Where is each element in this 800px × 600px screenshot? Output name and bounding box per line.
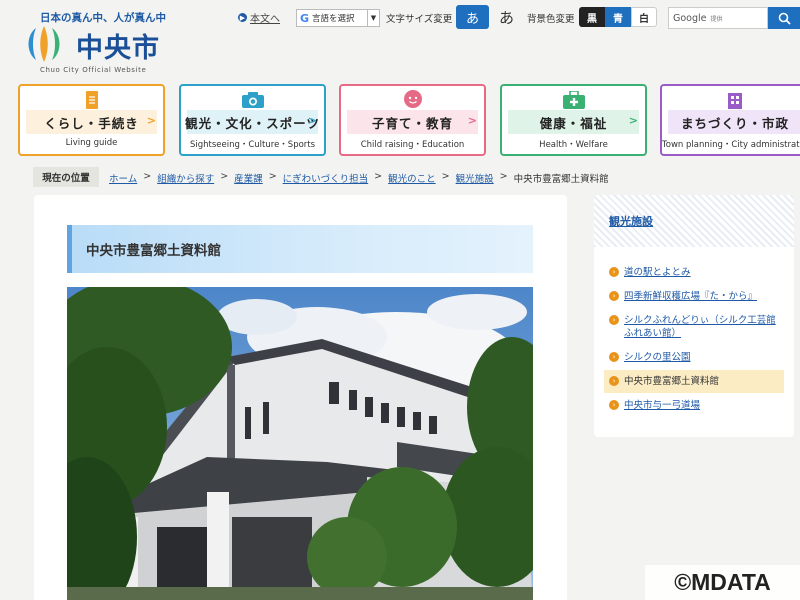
font-size-normal-button[interactable]: あ bbox=[456, 5, 489, 29]
document-icon bbox=[85, 91, 98, 109]
side-menu-item-label: 中央市与一弓道場 bbox=[624, 400, 701, 411]
language-select[interactable]: G 言語を選択 ▼ bbox=[296, 9, 380, 27]
arrow-right-icon: ▶ bbox=[238, 13, 247, 22]
bg-white-button[interactable]: 白 bbox=[631, 7, 657, 27]
breadcrumb-separator: > bbox=[143, 171, 152, 182]
nav-living[interactable]: くらし・手続き Living guide > bbox=[18, 84, 165, 156]
nav-health-label: 健康・福祉 bbox=[539, 116, 608, 131]
nav-childcare[interactable]: 子育て・教育 Child raising・Education > bbox=[339, 84, 486, 156]
search-input[interactable]: Google 提供 bbox=[668, 7, 768, 29]
chevron-right-icon: › bbox=[609, 267, 619, 277]
side-menu-item[interactable]: › 中央市与一弓道場 bbox=[604, 394, 784, 417]
nav-living-sub: Living guide bbox=[65, 138, 118, 148]
building-icon bbox=[728, 93, 742, 109]
city-logo-icon[interactable] bbox=[22, 25, 68, 63]
bg-black-button[interactable]: 黒 bbox=[579, 7, 605, 27]
nav-town-label: まちづくり・市政 bbox=[680, 116, 789, 131]
site-tagline: 日本の真ん中、人が真ん中 bbox=[40, 12, 166, 24]
city-logo-subtitle: Chuo City Official Website bbox=[40, 66, 147, 74]
search-icon bbox=[778, 12, 791, 25]
breadcrumb-current: 中央市豊富郷土資料館 bbox=[513, 174, 609, 185]
side-menu-item-label: 中央市豊富郷土資料館 bbox=[624, 376, 720, 387]
side-menu-item-label: シルクふれんどりぃ（シルク工芸館ふれあい館） bbox=[624, 315, 776, 339]
chevron-right-icon: › bbox=[609, 400, 619, 410]
nav-sightseeing-sub: Sightseeing・Culture・Sports bbox=[189, 140, 316, 150]
breadcrumb-link[interactable]: 組織から探す bbox=[157, 171, 214, 185]
nav-town-sub: Town planning・City administration bbox=[662, 140, 800, 150]
side-menu-item-current[interactable]: › 中央市豊富郷土資料館 bbox=[604, 370, 784, 393]
nav-childcare-sub: Child raising・Education bbox=[360, 140, 465, 150]
breadcrumb-link[interactable]: 観光施設 bbox=[456, 171, 494, 185]
nav-childcare-label: 子育て・教育 bbox=[371, 116, 453, 131]
skip-to-content-label: 本文へ bbox=[250, 14, 280, 25]
breadcrumb-separator: > bbox=[220, 171, 229, 182]
breadcrumb-separator: > bbox=[441, 171, 450, 182]
search-button[interactable] bbox=[768, 7, 800, 29]
chevron-right-icon: > bbox=[307, 114, 317, 127]
child-face-icon bbox=[403, 90, 422, 108]
side-menu-list: › 道の駅とよとみ › 四季新鮮収穫広場『た・から』 › シルクふれんどりぃ（シ… bbox=[604, 261, 784, 418]
chevron-right-icon: › bbox=[609, 291, 619, 301]
camera-icon bbox=[241, 92, 264, 108]
nav-town[interactable]: まちづくり・市政 Town planning・City administrati… bbox=[660, 84, 800, 156]
breadcrumb-link[interactable]: にぎわいづくり担当 bbox=[283, 171, 369, 185]
chevron-right-icon: > bbox=[146, 114, 156, 127]
language-select-label: 言語を選択 bbox=[312, 14, 355, 24]
side-menu-item[interactable]: › シルクの里公園 bbox=[604, 346, 784, 369]
nav-sightseeing[interactable]: 観光・文化・スポーツ Sightseeing・Culture・Sports > bbox=[179, 84, 326, 156]
breadcrumb: ホーム > 組織から探す > 産業課 > にぎわいづくり担当 > 観光のこと > 観光施設… bbox=[109, 171, 609, 185]
breadcrumb-link[interactable]: ホーム bbox=[109, 171, 137, 185]
bg-color-label: 背景色変更 bbox=[527, 14, 575, 25]
breadcrumb-separator: > bbox=[268, 171, 277, 182]
nav-health[interactable]: 健康・福祉 Health・Welfare > bbox=[500, 84, 647, 156]
main-content: 中央市豊富郷土資料館 bbox=[34, 195, 567, 600]
font-size-label: 文字サイズ変更 bbox=[386, 14, 453, 25]
chevron-right-icon: › bbox=[609, 352, 619, 362]
side-menu-title[interactable]: 観光施設 bbox=[609, 213, 653, 229]
skip-to-content-link[interactable]: ▶ 本文へ bbox=[238, 10, 280, 25]
side-menu-item-label: シルクの里公園 bbox=[624, 352, 691, 363]
chevron-right-icon: › bbox=[609, 376, 619, 386]
museum-photo bbox=[67, 287, 533, 600]
chevron-down-icon: ▼ bbox=[367, 10, 379, 26]
city-logo-text[interactable]: 中央市 bbox=[76, 26, 160, 65]
font-size-large-button[interactable]: あ bbox=[490, 5, 523, 29]
breadcrumb-separator: > bbox=[499, 171, 508, 182]
nav-health-sub: Health・Welfare bbox=[539, 140, 608, 150]
side-menu-item[interactable]: › 四季新鮮収穫広場『た・から』 bbox=[604, 285, 784, 308]
breadcrumb-separator: > bbox=[374, 171, 383, 182]
bg-blue-button[interactable]: 青 bbox=[605, 7, 631, 27]
side-menu-item-label: 道の駅とよとみ bbox=[624, 267, 691, 278]
nav-sightseeing-label: 観光・文化・スポーツ bbox=[185, 116, 320, 131]
side-menu-item[interactable]: › 道の駅とよとみ bbox=[604, 261, 784, 284]
side-menu-item-label: 四季新鮮収穫広場『た・から』 bbox=[624, 291, 758, 302]
nav-living-label: くらし・手続き bbox=[44, 116, 139, 131]
page-title: 中央市豊富郷土資料館 bbox=[67, 225, 533, 273]
chevron-right-icon: › bbox=[609, 315, 619, 325]
breadcrumb-link[interactable]: 観光のこと bbox=[388, 171, 436, 185]
google-g-icon: G bbox=[300, 11, 310, 25]
site-header: 日本の真ん中、人が真ん中 中央市 Chuo City Official Webs… bbox=[0, 0, 800, 78]
chevron-right-icon: > bbox=[628, 114, 638, 127]
search-brand-sub: 提供 bbox=[710, 15, 723, 23]
copyright-watermark: ©MDATA bbox=[645, 565, 800, 600]
side-menu-item[interactable]: › シルクふれんどりぃ（シルク工芸館ふれあい館） bbox=[604, 309, 784, 345]
side-menu: 観光施設 › 道の駅とよとみ › 四季新鮮収穫広場『た・から』 › シルクふれん… bbox=[594, 195, 794, 437]
breadcrumb-label: 現在の位置 bbox=[33, 167, 99, 187]
breadcrumb-link[interactable]: 産業課 bbox=[234, 171, 263, 185]
chevron-right-icon: > bbox=[467, 114, 477, 127]
medical-bag-icon bbox=[562, 91, 585, 109]
search-brand: Google bbox=[673, 12, 707, 24]
